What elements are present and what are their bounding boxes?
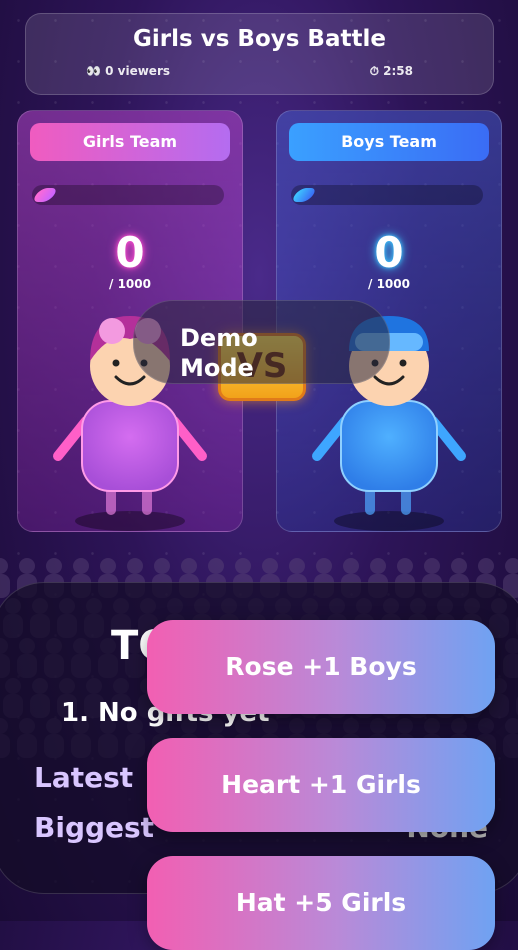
gift-button-hat-girls[interactable]: Hat +5 Girls xyxy=(147,856,495,950)
gift-button-heart-girls[interactable]: Heart +1 Girls xyxy=(147,738,495,832)
battle-timer: ⏱ 2:58 xyxy=(369,64,413,78)
viewer-count: 👀 0 viewers xyxy=(86,64,171,78)
battle-title: Girls vs Boys Battle xyxy=(133,26,386,52)
latest-gift-label: Latest xyxy=(34,761,134,794)
battle-header: Girls vs Boys Battle 👀 0 viewers ⏱ 2:58 xyxy=(25,13,494,95)
gift-button-rose-boys[interactable]: Rose +1 Boys xyxy=(147,620,495,714)
biggest-gift-label: Biggest xyxy=(34,811,155,844)
demo-mode-toggle[interactable]: Demo Mode xyxy=(133,300,390,384)
demo-mode-label: Demo Mode xyxy=(180,324,258,382)
